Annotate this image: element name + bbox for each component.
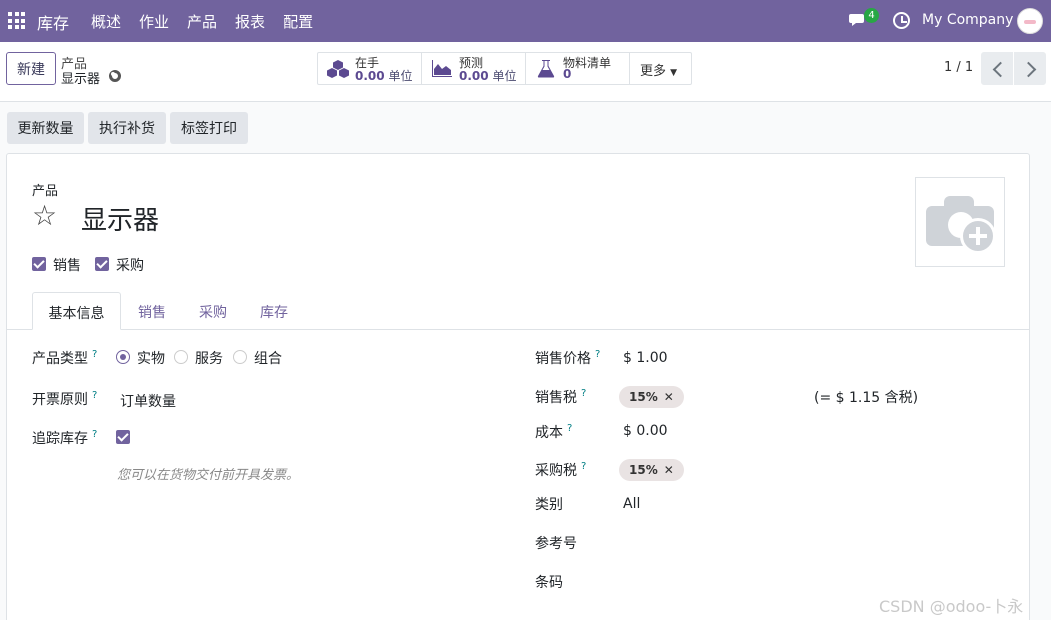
purchase-tax-label: 采购税? — [535, 461, 587, 479]
on-hand-value: 0.00 — [355, 69, 385, 83]
area-chart-icon — [432, 60, 452, 77]
app-name[interactable]: 库存 — [37, 10, 69, 34]
replenish-button[interactable]: 执行补货 — [88, 112, 166, 144]
print-labels-button[interactable]: 标签打印 — [170, 112, 248, 144]
can-be-purchased-label: 采购 — [116, 258, 144, 274]
invoice-policy-label: 开票原则? — [32, 390, 98, 408]
cubes-icon — [327, 60, 349, 78]
product-image-upload[interactable] — [915, 177, 1005, 267]
menu-item-products[interactable]: 产品 — [187, 11, 217, 32]
menu-item-overview[interactable]: 概述 — [91, 11, 121, 32]
sales-price-label: 销售价格? — [535, 349, 601, 367]
forecast-smart-button[interactable]: 预测 0.00 单位 — [422, 53, 526, 84]
type-goods-label: 实物 — [137, 351, 165, 367]
bom-value: 0 — [563, 67, 572, 81]
invoice-policy-select[interactable]: 订单数量 — [120, 391, 176, 411]
forecast-value: 0.00 — [459, 69, 489, 83]
main-menu: 概述 作业 产品 报表 配置 — [91, 11, 331, 32]
watermark: CSDN @odoo-卜永 — [879, 597, 1024, 616]
sales-tax-tag: 15% ✕ — [619, 386, 684, 408]
menu-item-operations[interactable]: 作业 — [139, 11, 169, 32]
bom-value-line: 0 — [563, 67, 571, 81]
remove-tag-icon[interactable]: ✕ — [664, 463, 674, 477]
top-navbar: 库存 概述 作业 产品 报表 配置 4 My Company — [0, 0, 1051, 42]
pager-next-button[interactable] — [1014, 52, 1046, 85]
update-quantity-button[interactable]: 更新数量 — [7, 112, 84, 144]
smart-buttons: 在手 0.00 单位 预测 0.00 单位 物料清单 0 更多 ▼ — [317, 52, 692, 85]
forecast-unit: 单位 — [492, 69, 517, 83]
product-type-label: 产品类型? — [32, 349, 98, 367]
tab-general-info[interactable]: 基本信息 — [32, 292, 121, 330]
forecast-value-line: 0.00 单位 — [459, 67, 516, 84]
favorite-star-icon[interactable]: ☆ — [32, 202, 57, 230]
product-label: 产品 — [32, 184, 59, 199]
purchase-tax-tag: 15% ✕ — [619, 459, 684, 481]
invoice-hint: 您可以在货物交付前开具发票。 — [117, 468, 300, 483]
on-hand-value-line: 0.00 单位 — [355, 67, 412, 84]
chat-count-badge: 4 — [864, 8, 879, 23]
category-label: 类别 — [535, 497, 563, 513]
new-button[interactable]: 新建 — [6, 52, 56, 85]
type-service-label: 服务 — [195, 351, 223, 367]
form-sheet: 产品 ☆ 显示器 销售 采购 基本信息 销售 采购 库存 产品类型? 实物 服务… — [6, 153, 1030, 620]
track-inventory-label: 追踪库存? — [32, 429, 98, 447]
pager-value[interactable]: 1 / 1 — [944, 60, 973, 75]
menu-item-reporting[interactable]: 报表 — [235, 11, 265, 32]
type-combo-label: 组合 — [254, 351, 282, 367]
tab-inventory[interactable]: 库存 — [250, 292, 298, 330]
menu-item-configuration[interactable]: 配置 — [283, 11, 313, 32]
on-hand-unit: 单位 — [388, 69, 413, 83]
type-goods-radio[interactable] — [116, 350, 130, 364]
remove-tag-icon[interactable]: ✕ — [664, 390, 674, 404]
activity-clock-icon[interactable] — [893, 12, 910, 29]
notebook-tabs: 基本信息 销售 采购 库存 — [7, 292, 1029, 330]
more-label: 更多 — [640, 64, 667, 79]
cost-field[interactable]: $ 0.00 — [623, 423, 668, 439]
tab-purchase[interactable]: 采购 — [189, 292, 237, 330]
barcode-label: 条码 — [535, 575, 563, 591]
can-be-sold-checkbox[interactable] — [32, 257, 46, 271]
tab-sales[interactable]: 销售 — [127, 292, 177, 330]
gear-icon[interactable] — [109, 70, 121, 82]
company-switcher[interactable]: My Company — [922, 12, 1013, 28]
user-avatar[interactable] — [1017, 8, 1043, 34]
control-panel: 新建 产品 显示器 在手 0.00 单位 预测 0.00 单位 物料清单 0 更… — [0, 42, 1051, 102]
internal-reference-label: 参考号 — [535, 536, 577, 552]
type-service-radio[interactable] — [174, 350, 188, 364]
on-hand-smart-button[interactable]: 在手 0.00 单位 — [318, 53, 422, 84]
sales-tax-label: 销售税? — [535, 388, 587, 406]
sales-price-field[interactable]: $ 1.00 — [623, 350, 668, 366]
plus-circle-icon — [960, 218, 996, 254]
cost-label: 成本? — [535, 423, 573, 441]
tax-included-price: (= $ 1.15 含税) — [814, 390, 919, 406]
pager-previous-button[interactable] — [981, 52, 1013, 85]
more-dropdown-button[interactable]: 更多 ▼ — [630, 53, 691, 84]
can-be-sold-label: 销售 — [53, 258, 81, 274]
apps-grid-icon[interactable] — [8, 12, 25, 29]
flask-icon — [537, 60, 555, 78]
product-name-field[interactable]: 显示器 — [81, 200, 159, 237]
breadcrumb-current: 显示器 — [61, 72, 101, 87]
caret-down-icon: ▼ — [670, 68, 678, 78]
type-combo-radio[interactable] — [233, 350, 247, 364]
can-be-purchased-checkbox[interactable] — [95, 257, 109, 271]
category-field[interactable]: All — [623, 496, 640, 512]
track-inventory-checkbox[interactable] — [116, 430, 130, 444]
bom-smart-button[interactable]: 物料清单 0 — [526, 53, 630, 84]
